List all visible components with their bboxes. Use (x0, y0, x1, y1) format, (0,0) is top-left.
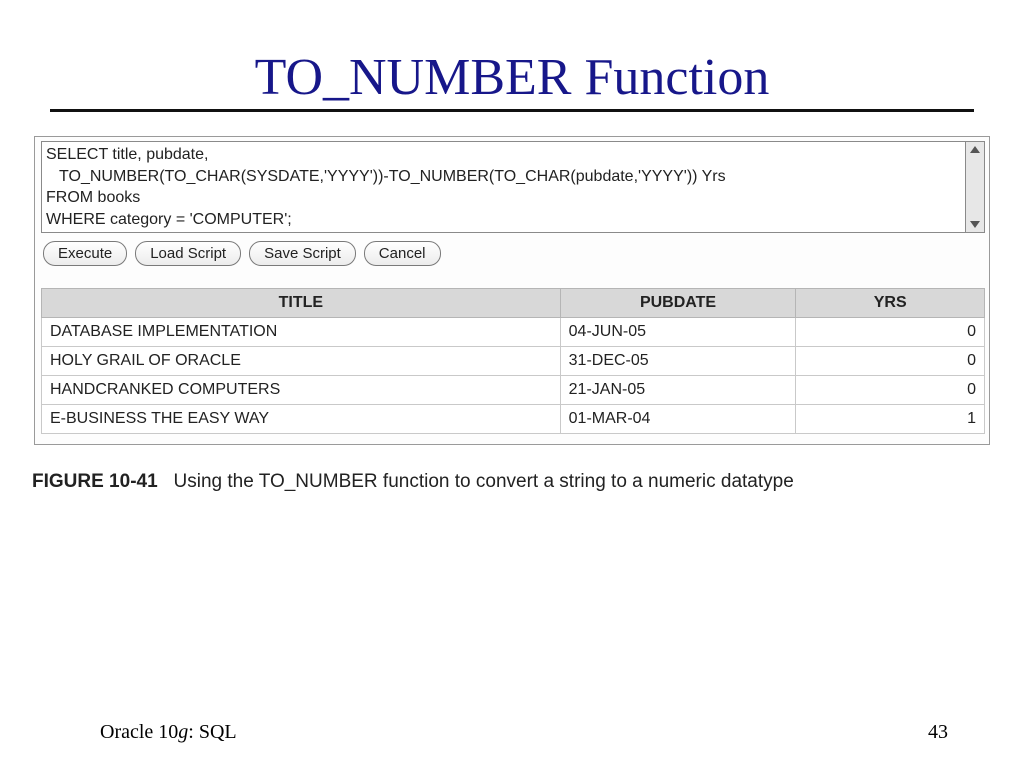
sql-line-4: WHERE category = 'COMPUTER'; (46, 211, 292, 228)
footer-product: Oracle 10g: SQL (100, 721, 237, 744)
title-rule (50, 109, 974, 112)
results-table: TITLE PUBDATE YRS DATABASE IMPLEMENTATIO… (41, 288, 985, 434)
cancel-button[interactable]: Cancel (364, 241, 441, 266)
cell-yrs: 1 (796, 405, 985, 434)
cell-title: HANDCRANKED COMPUTERS (42, 376, 561, 405)
toolbar: Execute Load Script Save Script Cancel (41, 241, 985, 266)
table-header-row: TITLE PUBDATE YRS (42, 289, 985, 318)
cell-title: HOLY GRAIL OF ORACLE (42, 347, 561, 376)
sql-editor[interactable]: SELECT title, pubdate, TO_NUMBER(TO_CHAR… (41, 141, 966, 233)
cell-pubdate: 04-JUN-05 (560, 318, 796, 347)
figure-text: Using the TO_NUMBER function to convert … (174, 471, 794, 492)
footer-g: g (178, 721, 188, 743)
cell-yrs: 0 (796, 318, 985, 347)
cell-yrs: 0 (796, 347, 985, 376)
save-script-button[interactable]: Save Script (249, 241, 356, 266)
table-row: DATABASE IMPLEMENTATION 04-JUN-05 0 (42, 318, 985, 347)
col-header-pubdate: PUBDATE (560, 289, 796, 318)
footer-post: : SQL (188, 721, 236, 743)
execute-button[interactable]: Execute (43, 241, 127, 266)
figure-caption: FIGURE 10-41 Using the TO_NUMBER functio… (32, 471, 994, 493)
sql-line-1: SELECT title, pubdate, (46, 146, 208, 163)
sql-line-3: FROM books (46, 189, 140, 206)
scroll-up-icon[interactable] (970, 146, 980, 153)
sql-app-panel: SELECT title, pubdate, TO_NUMBER(TO_CHAR… (34, 136, 990, 445)
cell-pubdate: 01-MAR-04 (560, 405, 796, 434)
load-script-button[interactable]: Load Script (135, 241, 241, 266)
table-row: HANDCRANKED COMPUTERS 21-JAN-05 0 (42, 376, 985, 405)
sql-scrollbar[interactable] (966, 141, 985, 233)
cell-title: DATABASE IMPLEMENTATION (42, 318, 561, 347)
col-header-title: TITLE (42, 289, 561, 318)
footer-pre: Oracle 10 (100, 721, 178, 743)
cell-yrs: 0 (796, 376, 985, 405)
cell-pubdate: 21-JAN-05 (560, 376, 796, 405)
figure-label: FIGURE 10-41 (32, 471, 158, 492)
slide-title: TO_NUMBER Function (30, 48, 994, 107)
table-row: HOLY GRAIL OF ORACLE 31-DEC-05 0 (42, 347, 985, 376)
cell-pubdate: 31-DEC-05 (560, 347, 796, 376)
sql-line-2: TO_NUMBER(TO_CHAR(SYSDATE,'YYYY'))-TO_NU… (46, 168, 726, 185)
cell-title: E-BUSINESS THE EASY WAY (42, 405, 561, 434)
footer-page-number: 43 (928, 721, 948, 744)
scroll-down-icon[interactable] (970, 221, 980, 228)
table-row: E-BUSINESS THE EASY WAY 01-MAR-04 1 (42, 405, 985, 434)
col-header-yrs: YRS (796, 289, 985, 318)
